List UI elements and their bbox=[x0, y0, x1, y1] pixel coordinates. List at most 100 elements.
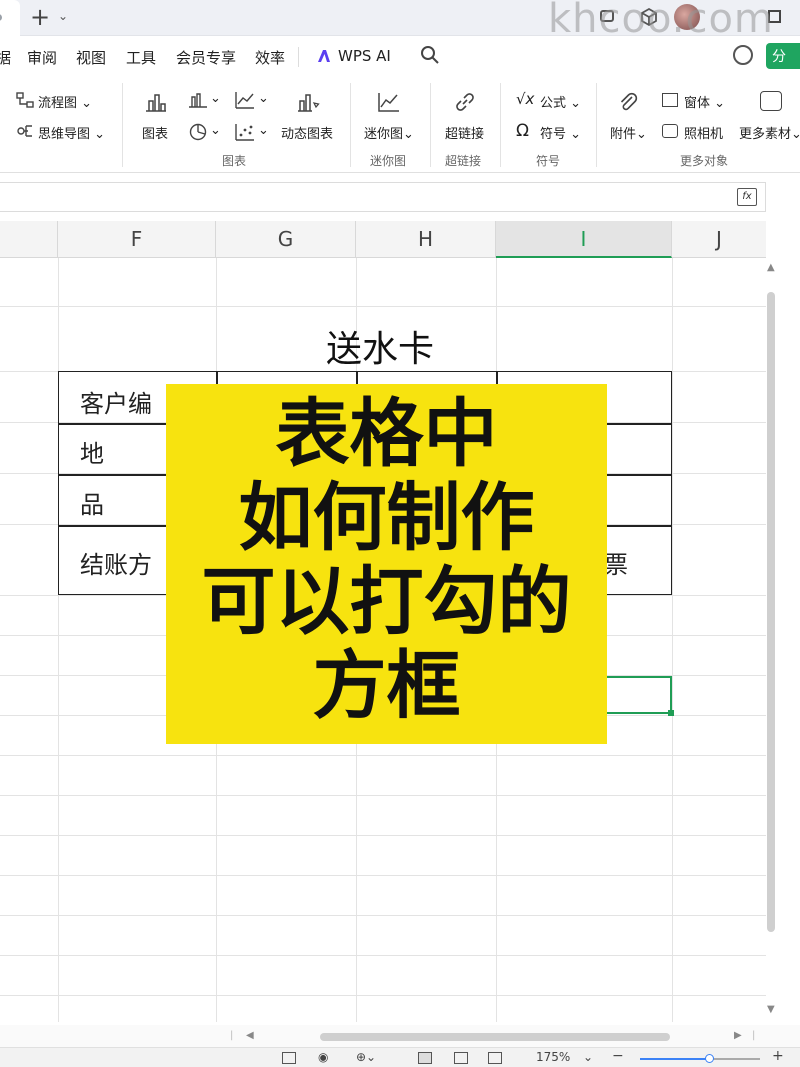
document-tab[interactable] bbox=[0, 0, 20, 36]
symbol-label: 符号 bbox=[540, 127, 567, 142]
zoom-slider[interactable] bbox=[640, 1054, 760, 1063]
ribbon-divider bbox=[122, 83, 123, 167]
ribbon-divider bbox=[350, 83, 351, 167]
grid-line bbox=[0, 915, 766, 916]
mindmap-button[interactable]: 思维导图 ⌄ bbox=[38, 123, 105, 142]
page-break-view-icon[interactable] bbox=[488, 1052, 502, 1064]
wps-ai-icon bbox=[318, 50, 330, 62]
menu-divider bbox=[298, 47, 299, 67]
grid-line bbox=[672, 258, 673, 1022]
scroll-up-icon[interactable]: ▲ bbox=[767, 262, 775, 273]
menu-item-review[interactable]: 审阅 bbox=[27, 47, 57, 68]
sparkline-button[interactable]: 迷你图⌄ bbox=[364, 123, 414, 142]
menu-item-efficiency[interactable]: 效率 bbox=[255, 47, 285, 68]
formula-button[interactable]: 公式 ⌄ bbox=[540, 92, 581, 111]
cell-customer-id[interactable]: 客户编 bbox=[80, 384, 152, 419]
symbol-group-label: 符号 bbox=[536, 154, 561, 168]
cell-address[interactable]: 地 bbox=[80, 434, 104, 469]
line-chart-icon[interactable] bbox=[235, 91, 255, 109]
attachment-button[interactable]: 附件⌄ bbox=[610, 123, 647, 142]
column-header-g[interactable]: G bbox=[216, 221, 356, 258]
menu-item-view[interactable]: 视图 bbox=[76, 47, 106, 68]
flowchart-button[interactable]: 流程图 ⌄ bbox=[38, 92, 92, 111]
mindmap-label: 思维导图 bbox=[38, 127, 91, 142]
search-icon[interactable] bbox=[420, 45, 440, 65]
scroll-down-icon[interactable]: ▼ bbox=[767, 1004, 775, 1015]
more-objects-group-label: 更多对象 bbox=[680, 154, 729, 168]
horizontal-scrollbar[interactable]: | ◀ ▶ | bbox=[0, 1025, 800, 1047]
page-layout-view-icon[interactable] bbox=[454, 1052, 468, 1064]
column-header-i[interactable]: I bbox=[496, 221, 672, 258]
chart-group-label: 图表 bbox=[222, 154, 247, 168]
window-form-label: 窗体 bbox=[684, 96, 711, 111]
pie-chart-icon[interactable] bbox=[188, 123, 208, 141]
scroll-right-icon[interactable]: ▶ bbox=[734, 1030, 742, 1041]
menu-item-member[interactable]: 会员专享 bbox=[176, 47, 236, 68]
fill-handle[interactable] bbox=[668, 710, 674, 716]
normal-view-icon[interactable] bbox=[418, 1052, 432, 1064]
scatter-chart-icon[interactable] bbox=[235, 123, 255, 141]
dynamic-chart-icon bbox=[298, 94, 320, 112]
page-icon[interactable] bbox=[282, 1052, 296, 1064]
window-form-icon bbox=[662, 93, 678, 107]
column-header-h[interactable]: H bbox=[356, 221, 496, 258]
chart-icon bbox=[146, 94, 166, 112]
chevron-down-icon[interactable]: ⌄ bbox=[210, 123, 221, 138]
vertical-scroll-thumb[interactable] bbox=[767, 292, 775, 932]
column-header-f[interactable]: F bbox=[58, 221, 216, 258]
menu-item-wps-ai[interactable]: WPS AI bbox=[338, 47, 391, 65]
new-tab-plus-icon[interactable]: + bbox=[30, 3, 50, 31]
share-button[interactable]: 分 bbox=[766, 43, 800, 69]
vertical-scrollbar[interactable]: ▲ ▼ bbox=[764, 262, 778, 1022]
paperclip-icon bbox=[620, 92, 638, 111]
unsaved-dot-icon bbox=[0, 14, 2, 21]
ribbon-insert: 流程图 ⌄ 思维导图 ⌄ 图表 ⌄ ⌄ ⌄ ⌄ 动态图表 图表 迷你图⌄ 迷你图 bbox=[0, 77, 800, 173]
sparkline-label: 迷你图 bbox=[364, 127, 404, 142]
zoom-level[interactable]: 175% bbox=[536, 1050, 570, 1064]
cloud-upload-icon[interactable] bbox=[733, 45, 753, 65]
zoom-out-icon[interactable]: − bbox=[612, 1048, 624, 1064]
cell-payment[interactable]: 结账方 bbox=[80, 545, 152, 580]
cell-product[interactable]: 品 bbox=[80, 485, 104, 520]
symbol-button[interactable]: 符号 ⌄ bbox=[540, 123, 581, 142]
window-form-button[interactable]: 窗体 ⌄ bbox=[684, 92, 725, 111]
zoom-slider-knob[interactable] bbox=[704, 1054, 714, 1063]
overlay-line-2: 如何制作 bbox=[238, 475, 535, 561]
sheet-title: 送水卡 bbox=[325, 329, 434, 370]
column-header-j[interactable]: J bbox=[672, 221, 766, 258]
more-materials-button[interactable]: 更多素材⌄ bbox=[739, 123, 800, 142]
hyperlink-button[interactable]: 超链接 bbox=[445, 123, 484, 142]
link-icon bbox=[456, 93, 474, 111]
cell-ticket[interactable]: 票 bbox=[604, 545, 628, 580]
chevron-down-icon[interactable]: ⌄ bbox=[210, 91, 221, 106]
scroll-left-icon[interactable]: ◀ bbox=[246, 1030, 254, 1041]
formula-bar[interactable]: fx bbox=[0, 182, 766, 212]
grid-line bbox=[0, 955, 766, 956]
menu-item-tools[interactable]: 工具 bbox=[126, 47, 156, 68]
fx-icon[interactable]: fx bbox=[737, 188, 757, 206]
chevron-down-icon[interactable]: ⌄ bbox=[258, 91, 269, 106]
chevron-down-icon[interactable]: ⌄ bbox=[58, 9, 68, 23]
more-materials-label: 更多素材 bbox=[739, 127, 792, 142]
flowchart-icon bbox=[16, 92, 34, 108]
flowchart-label: 流程图 bbox=[38, 96, 78, 111]
menu-item-partial[interactable]: 据 bbox=[0, 47, 11, 68]
column-chart-icon[interactable] bbox=[188, 92, 208, 108]
column-header-partial[interactable] bbox=[0, 221, 58, 258]
sparkline-icon bbox=[378, 93, 399, 112]
share-label: 分 bbox=[772, 49, 786, 65]
grid-line bbox=[0, 306, 766, 307]
camera-button[interactable]: 照相机 bbox=[684, 123, 723, 142]
dynamic-chart-button[interactable]: 动态图表 bbox=[281, 123, 333, 142]
horizontal-scroll-thumb[interactable] bbox=[320, 1033, 670, 1041]
grid-line bbox=[0, 835, 766, 836]
layout-icon[interactable]: ⊕⌄ bbox=[356, 1050, 376, 1064]
zoom-in-icon[interactable]: + bbox=[772, 1048, 784, 1064]
chevron-down-icon[interactable]: ⌄ bbox=[583, 1050, 593, 1064]
chart-button[interactable]: 图表 bbox=[142, 123, 168, 142]
overlay-line-3: 可以打勾的 bbox=[201, 559, 572, 645]
menu-bar: 据 审阅 视图 工具 会员专享 效率 WPS AI 分 bbox=[0, 37, 800, 77]
eye-icon[interactable]: ◉ bbox=[318, 1050, 328, 1064]
chevron-down-icon[interactable]: ⌄ bbox=[258, 123, 269, 138]
sparkline-group-label: 迷你图 bbox=[370, 154, 407, 168]
